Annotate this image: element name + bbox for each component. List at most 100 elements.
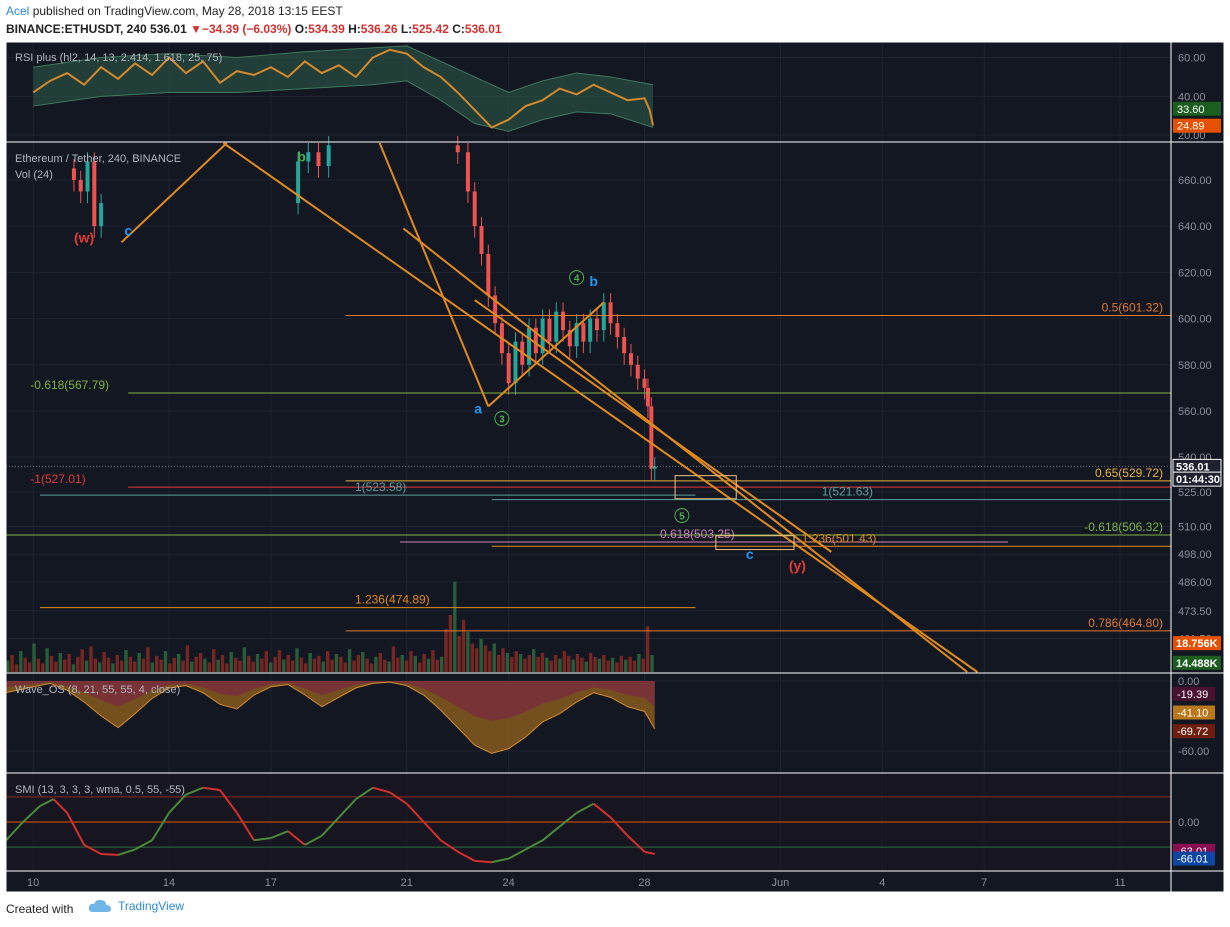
volume-bar [133, 661, 137, 672]
volume-bar [115, 654, 119, 672]
volume-bar [404, 660, 409, 672]
volume-bar [637, 653, 641, 672]
volume-bar [6, 660, 10, 672]
volume-bar [264, 651, 268, 672]
fib-level-label: -0.618(567.79) [30, 378, 109, 392]
smi-segment [474, 859, 492, 864]
candle-body [71, 168, 76, 180]
value-badge-text: -19.39 [1177, 689, 1208, 701]
candle-body [649, 406, 654, 469]
fib-level-label: 0.65(529.72) [1095, 466, 1163, 480]
value-badge-text: -69.72 [1177, 726, 1208, 738]
created-with-label: Created with [6, 902, 74, 916]
y-tick-label: 620.00 [1178, 267, 1212, 279]
candle-body [92, 161, 97, 227]
wave-label: b [297, 148, 306, 164]
volume-bar [369, 663, 374, 672]
wave-label: 3 [499, 415, 505, 426]
volume-bar [80, 649, 84, 672]
candle-body [547, 318, 552, 342]
volume-bar [62, 659, 67, 672]
volume-bar [606, 660, 610, 672]
volume-bar [426, 658, 431, 672]
high-label: H: [348, 22, 361, 36]
y-tick-label: 510.00 [1178, 521, 1212, 533]
candle-body [642, 378, 647, 388]
volume-bar [352, 660, 356, 672]
volume-bar [553, 654, 558, 672]
volume-bar [448, 615, 453, 672]
volume-bar [628, 656, 632, 672]
fib-level-label: -0.618(506.32) [1084, 520, 1163, 534]
x-tick-label: 11 [1114, 877, 1125, 889]
volume-bar [650, 654, 654, 672]
x-tick-label: 17 [265, 877, 277, 889]
volume-bar [619, 655, 624, 672]
candle-body [608, 302, 613, 324]
value-badge-text: 33.60 [1177, 104, 1205, 116]
volume-bar [382, 659, 387, 672]
volume-bar [32, 643, 36, 672]
volume-bar [444, 629, 448, 672]
volume-bar [286, 654, 290, 672]
volume-bar [361, 652, 365, 672]
volume-bar [343, 662, 347, 672]
volume-bar [304, 663, 308, 672]
volume-bar [413, 655, 418, 672]
volume-bar [290, 660, 295, 672]
volume-bar [312, 658, 317, 672]
volume-bar [339, 656, 343, 672]
volume-bar [641, 658, 645, 672]
candle-body [479, 226, 484, 254]
value-badge-text: 536.01 [1176, 461, 1210, 473]
fib-level-label: 0.618(503.25) [660, 527, 735, 541]
volume-bar [492, 643, 496, 672]
close-value: 536.01 [464, 22, 502, 36]
chart-canvas[interactable]: 60.0040.0020.00RSI plus (hl2, 14, 13, 2.… [0, 40, 1230, 893]
volume-bar [98, 662, 102, 672]
volume-bar [128, 656, 133, 672]
volume-bar [198, 653, 203, 672]
tradingview-link[interactable]: TradingView [88, 899, 184, 913]
wave-label: 5 [679, 512, 685, 523]
volume-bar [378, 653, 382, 672]
footer: Created with TradingView [0, 893, 1230, 927]
volume-bar [540, 653, 545, 672]
y-tick-label: 0.00 [1178, 817, 1199, 829]
volume-bar [457, 635, 461, 672]
volume-bar [251, 661, 255, 672]
y-tick-label: 60.00 [1178, 53, 1206, 65]
volume-bar [150, 662, 155, 672]
y-tick-label: 486.00 [1178, 577, 1212, 589]
volume-bar [260, 658, 264, 672]
value-badge-text: -41.10 [1177, 708, 1208, 720]
down-arrow-icon: ▼ [190, 22, 202, 36]
volume-bar [54, 661, 58, 672]
volume-bar [102, 652, 106, 672]
volume-bar [308, 653, 312, 672]
candle-body [455, 145, 460, 153]
volume-bar [584, 661, 588, 672]
volume-bar [588, 653, 593, 672]
volume-bar [185, 645, 190, 672]
candle-body [85, 161, 90, 192]
wave-label: c [124, 222, 132, 238]
volume-bar [247, 655, 251, 672]
wave-label: b [589, 273, 598, 289]
fib-level-label: 1(521.63) [822, 485, 873, 499]
volume-bar [49, 655, 54, 672]
volume-bar [536, 656, 540, 672]
volume-bar [567, 655, 571, 672]
volume-bar [514, 651, 518, 672]
volume-bar [124, 650, 128, 672]
volume-bar [84, 660, 89, 672]
candle-body [622, 337, 627, 354]
smi-segment [101, 853, 119, 856]
volume-bar [176, 653, 181, 672]
volume-bar [172, 657, 176, 672]
volume-bar [159, 659, 163, 672]
author-name[interactable]: Acel [6, 4, 29, 18]
volume-bar [89, 646, 93, 672]
pane-title: Wave_OS (8, 21, 55, 55, 4, close) [15, 684, 180, 696]
x-tick-label: 4 [879, 877, 885, 889]
